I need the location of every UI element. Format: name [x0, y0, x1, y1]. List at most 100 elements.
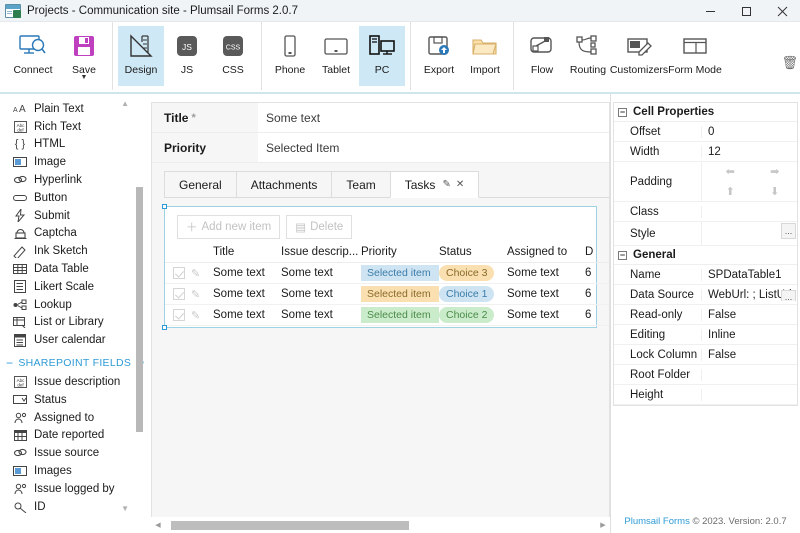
scroll-right-arrow[interactable]: ▶ — [596, 521, 610, 529]
ribbon-button-connect[interactable]: Connect — [5, 26, 61, 86]
sidebar-item-hyperlink[interactable]: Hyperlink — [0, 171, 145, 189]
property-row-read-only[interactable]: Read-only False — [614, 305, 797, 325]
arrow-down-icon[interactable]: ⬇ — [770, 185, 779, 198]
column-header-status[interactable]: Status — [439, 245, 507, 263]
property-row-offset[interactable]: Offset 0 — [614, 122, 797, 142]
tab-attachments[interactable]: Attachments — [235, 171, 333, 197]
sidebar-item-captcha[interactable]: Captcha — [0, 225, 145, 243]
row-checkbox-cell[interactable] — [165, 304, 191, 326]
sidebar-scrollbar[interactable] — [136, 187, 143, 432]
property-value[interactable]: False — [702, 349, 797, 361]
column-header-date[interactable]: D — [585, 245, 609, 263]
property-value[interactable]: ⬅ ➡ ⬆ ⬇ — [702, 162, 797, 201]
row-edit-cell[interactable]: ✎ — [191, 283, 213, 305]
column-header-assigned-to[interactable]: Assigned to — [507, 245, 585, 263]
datatable-control[interactable]: ＋ Add new item ▤ Delete Title Issue desc… — [162, 204, 609, 330]
minimize-button[interactable] — [692, 0, 728, 22]
scroll-left-arrow[interactable]: ◀ — [151, 521, 165, 529]
add-new-item-button[interactable]: ＋ Add new item — [177, 215, 281, 239]
row-checkbox[interactable] — [173, 308, 185, 321]
pencil-icon[interactable]: ✎ — [191, 289, 200, 301]
sidebar-field-status[interactable]: Status — [0, 391, 145, 409]
field-input-title[interactable]: Some text — [252, 103, 609, 132]
table-row[interactable]: ✎ Some text Some text Selected item Choi… — [165, 304, 609, 326]
sidebar-item-submit[interactable]: Submit — [0, 207, 145, 225]
style-editor-button[interactable]: ... — [781, 223, 796, 239]
field-input-priority[interactable]: Selected Item — [252, 133, 609, 162]
sidebar-item-likert-scale[interactable]: Likert Scale — [0, 278, 145, 296]
property-group-cell-properties[interactable]: − Cell Properties — [614, 103, 797, 122]
row-checkbox[interactable] — [173, 266, 185, 279]
row-checkbox-cell[interactable] — [165, 262, 191, 284]
sidebar-field-date-reported[interactable]: Date reported — [0, 427, 145, 445]
ribbon-button-import[interactable]: Import — [462, 26, 508, 86]
property-value[interactable]: 0 — [702, 126, 797, 138]
hscroll-track[interactable] — [165, 520, 596, 530]
sidebar-field-assigned-to[interactable]: Assigned to — [0, 409, 145, 427]
ribbon-button-save[interactable]: Save ▼ — [61, 26, 107, 86]
resize-handle-top-left[interactable] — [162, 204, 167, 209]
sidebar-item-data-table[interactable]: Data Table — [0, 260, 145, 278]
close-icon[interactable]: ✕ — [456, 179, 464, 190]
ribbon-button-flow[interactable]: Flow — [519, 26, 565, 86]
data-source-editor-button[interactable]: ... — [781, 289, 796, 301]
column-header-title[interactable]: Title — [213, 245, 281, 263]
tab-tasks[interactable]: Tasks ✎ ✕ — [389, 171, 480, 198]
property-row-editing[interactable]: Editing Inline — [614, 325, 797, 345]
ribbon-button-phone[interactable]: Phone — [267, 26, 313, 86]
table-row[interactable]: ✎ Some text Some text Selected item Choi… — [165, 283, 609, 305]
resize-handle-bottom-left[interactable] — [162, 325, 167, 330]
property-value[interactable]: 12 — [702, 146, 797, 158]
property-value[interactable]: ... — [702, 222, 797, 245]
property-value[interactable]: Inline — [702, 329, 797, 341]
column-header-select[interactable] — [165, 245, 191, 263]
row-checkbox[interactable] — [173, 287, 185, 300]
canvas-horizontal-scrollbar[interactable]: ◀ ▶ — [151, 517, 610, 533]
column-header-edit[interactable] — [191, 245, 213, 263]
sidebar-field-images[interactable]: Images — [0, 462, 145, 480]
ribbon-button-export[interactable]: Export — [416, 26, 462, 86]
property-row-name[interactable]: Name SPDataTable1 — [614, 265, 797, 285]
row-checkbox-cell[interactable] — [165, 283, 191, 305]
table-row[interactable]: ✎ Some text Some text Selected item Choi… — [165, 262, 609, 284]
ribbon-button-js[interactable]: JS JS — [164, 26, 210, 86]
sidebar-item-button[interactable]: Button — [0, 189, 145, 207]
tab-general[interactable]: General — [164, 171, 237, 197]
ribbon-button-routing[interactable]: Routing — [565, 26, 611, 86]
row-edit-cell[interactable]: ✎ — [191, 262, 213, 284]
sidebar-item-lookup[interactable]: Lookup — [0, 296, 145, 314]
sidebar-field-issue-logged-by[interactable]: Issue logged by — [0, 480, 145, 498]
plumsail-forms-link[interactable]: Plumsail Forms — [624, 516, 689, 527]
scroll-up-arrow[interactable]: ▲ — [121, 99, 129, 108]
ribbon-button-form-mode[interactable]: Form Mode — [667, 26, 723, 86]
property-value[interactable]: SPDataTable1 — [702, 269, 797, 281]
pencil-icon[interactable]: ✎ — [191, 268, 200, 280]
sidebar-item-image[interactable]: Image — [0, 153, 145, 171]
ribbon-button-design[interactable]: Design — [118, 26, 164, 86]
arrow-right-icon[interactable]: ➡ — [770, 165, 779, 178]
trash-icon[interactable]: 🗑 — [781, 55, 798, 71]
tab-team[interactable]: Team — [331, 171, 391, 197]
property-value[interactable]: WebUrl: ; ListUrl: Lis ... — [702, 289, 797, 301]
delete-button[interactable]: ▤ Delete — [286, 215, 353, 239]
sidebar-item-ink-sketch[interactable]: Ink Sketch — [0, 242, 145, 260]
property-value[interactable]: False — [702, 309, 797, 321]
arrow-left-icon[interactable]: ⬅ — [726, 165, 735, 178]
sidebar-item-list-or-library[interactable]: List or Library — [0, 314, 145, 332]
collapse-icon[interactable]: − — [618, 107, 627, 117]
property-row-data-source[interactable]: Data Source WebUrl: ; ListUrl: Lis ... — [614, 285, 797, 305]
sidebar-item-rich-text[interactable]: Abc def Rich Text — [0, 118, 145, 136]
sidebar-item-user-calendar[interactable]: User calendar — [0, 331, 145, 349]
pencil-icon[interactable]: ✎ — [191, 310, 200, 322]
close-button[interactable] — [764, 0, 800, 22]
arrow-up-icon[interactable]: ⬆ — [726, 185, 735, 198]
property-row-root-folder[interactable]: Root Folder — [614, 365, 797, 385]
chevron-down-icon[interactable]: ▼ — [81, 74, 88, 81]
sidebar-field-issue-description[interactable]: Abc def Issue description — [0, 373, 145, 391]
collapse-icon[interactable]: − — [618, 250, 627, 260]
property-row-height[interactable]: Height — [614, 385, 797, 405]
column-header-priority[interactable]: Priority — [361, 245, 439, 263]
sidebar-item-html[interactable]: { } HTML — [0, 136, 145, 154]
property-row-padding[interactable]: Padding ⬅ ➡ ⬆ ⬇ — [614, 162, 797, 202]
property-row-lock-column[interactable]: Lock Column False — [614, 345, 797, 365]
